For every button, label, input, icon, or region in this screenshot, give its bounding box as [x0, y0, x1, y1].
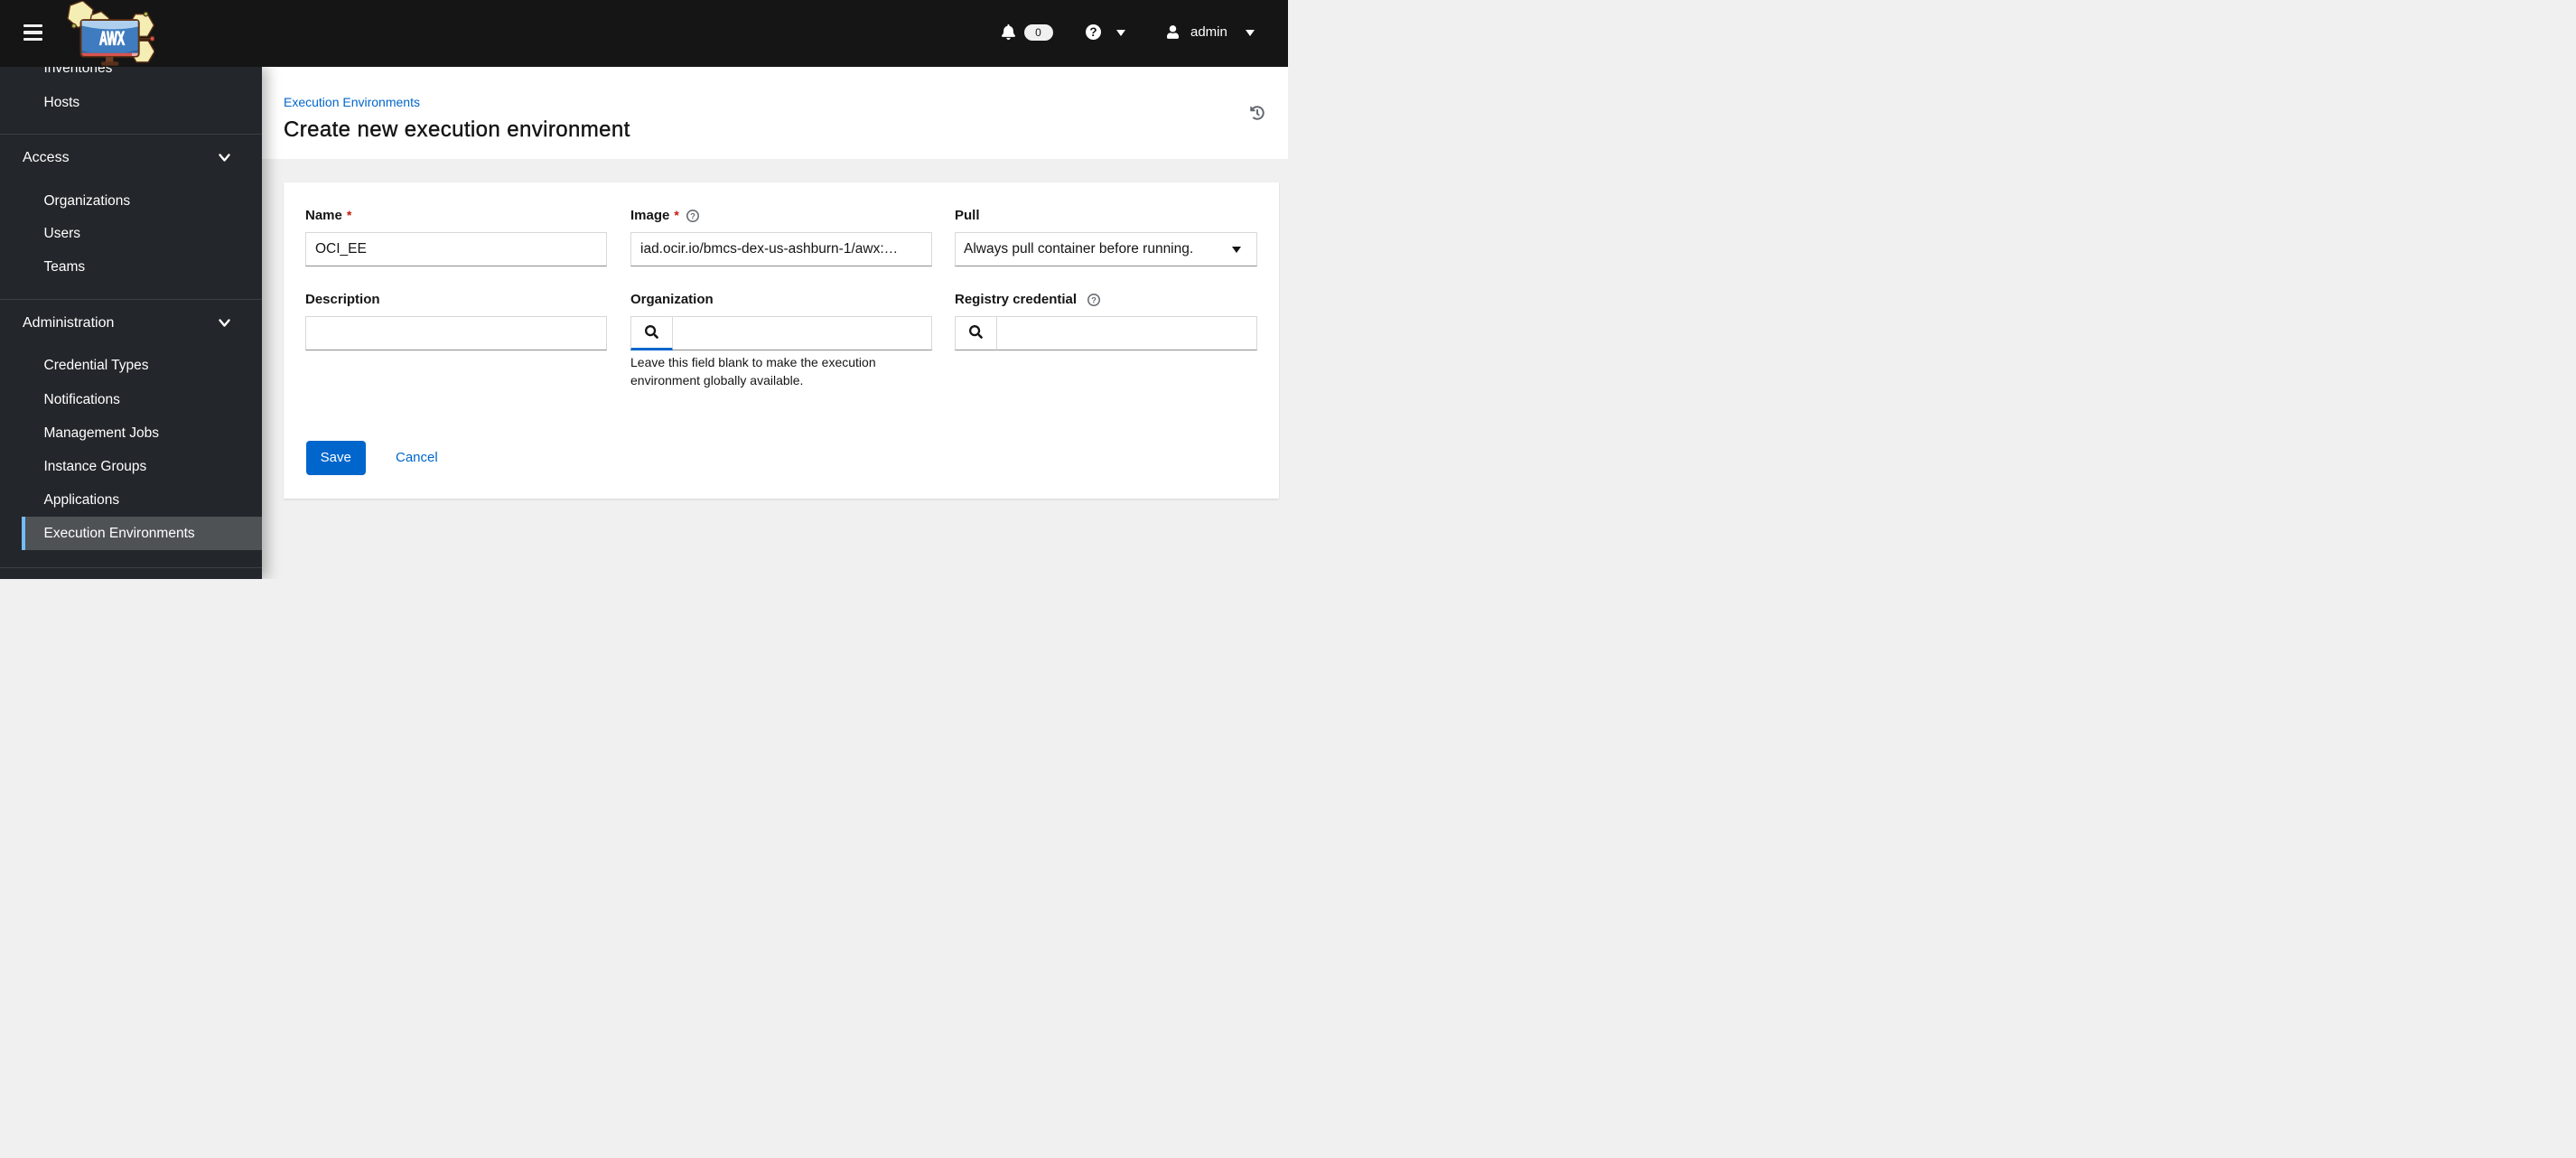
svg-text:?: ?: [1091, 295, 1097, 305]
svg-text:?: ?: [1089, 25, 1097, 39]
svg-text:AWX: AWX: [99, 29, 125, 50]
svg-text:?: ?: [690, 211, 695, 221]
